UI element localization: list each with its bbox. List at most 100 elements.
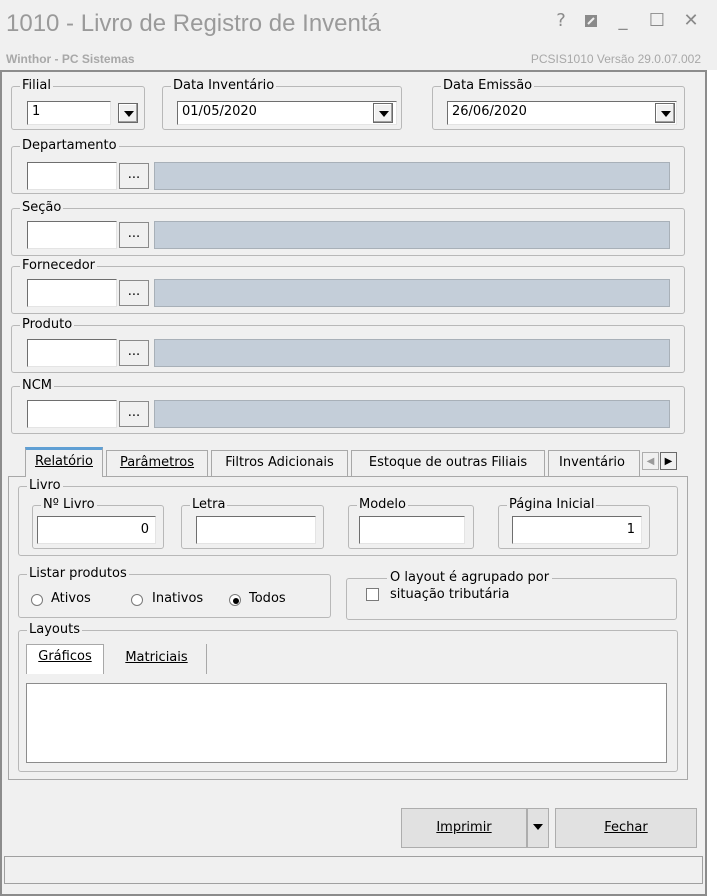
livro-label: Livro [27,478,63,494]
departamento-label: Departamento [20,138,119,154]
close-icon[interactable]: ✕ [680,10,702,32]
departamento-description-field [154,162,670,190]
tab-matriciais-label: Matriciais [125,650,188,665]
secao-group: Seção ... [11,200,685,256]
ncm-code-field[interactable] [27,400,117,428]
tab-estoque-outras-filiais-label: Estoque de outras Filiais [368,455,528,470]
departamento-group: Departamento ... [11,138,685,194]
ncm-description-field [154,400,670,428]
produto-group: Produto ... [11,317,685,373]
data-emissao-group: Data Emissão 26/06/2020 [432,78,685,130]
secao-description-field [154,221,670,249]
maximize-icon[interactable]: ☐ [646,10,668,32]
filial-label: Filial [20,78,53,94]
data-inventario-group: Data Inventário 01/05/2020 [162,78,402,130]
window-title: 1010 - Livro de Registro de Inventá [6,10,381,37]
ncm-label: NCM [20,378,55,394]
imprimir-button-label: Imprimir [436,820,492,835]
ncm-group: NCM ... [11,378,685,434]
radio-inativos-icon[interactable] [131,594,143,606]
tab-filtros-adicionais[interactable]: Filtros Adicionais [211,450,348,476]
tab-scroll-right-icon[interactable]: ▶ [660,452,677,470]
letra-field[interactable] [196,516,316,544]
agrupado-group: O layout é agrupado por situação tributá… [346,569,677,620]
radio-inativos-label: Inativos [152,591,204,606]
radio-todos[interactable]: Todos [229,591,325,609]
layouts-label: Layouts [27,622,82,638]
data-emissao-field[interactable]: 26/06/2020 [447,101,677,125]
tab-parametros-label: Parâmetros [119,455,195,470]
agrupado-checkbox[interactable] [366,588,379,601]
agrupado-label-line1: O layout é agrupado por [390,570,550,585]
radio-inativos[interactable]: Inativos [131,591,231,609]
filial-combo[interactable]: 1 [27,101,111,125]
modelo-label: Modelo [357,497,408,513]
ncm-search-button[interactable]: ... [119,401,149,427]
tab-relatorio[interactable]: Relatório [25,447,103,477]
produto-search-button[interactable]: ... [119,340,149,366]
fornecedor-code-field[interactable] [27,279,117,307]
listar-produtos-label: Listar produtos [27,566,129,582]
tab-scroll-left-icon[interactable]: ◀ [642,452,659,470]
modelo-group: Modelo [348,497,474,549]
imprimir-dropdown-button[interactable] [527,808,549,848]
imprimir-button[interactable]: Imprimir [401,808,527,848]
tab-filtros-adicionais-label: Filtros Adicionais [225,455,334,470]
letra-group: Letra [181,497,324,549]
title-bar[interactable]: 1010 - Livro de Registro de Inventá ? _ … [0,0,717,70]
numero-livro-field[interactable]: 0 [37,516,156,544]
agrupado-label-line2: situação tributária [390,587,510,602]
filial-group: Filial 1 [11,78,145,130]
secao-label: Seção [20,200,64,216]
fornecedor-label: Fornecedor [20,258,98,274]
pagina-inicial-label: Página Inicial [507,497,597,513]
radio-ativos-icon[interactable] [31,594,43,606]
tab-graficos[interactable]: Gráficos [26,644,104,674]
modelo-field[interactable] [359,516,465,544]
help-icon[interactable]: ? [550,10,572,32]
data-inventario-label: Data Inventário [171,78,277,94]
numero-livro-label: Nº Livro [41,497,97,513]
tab-graficos-label: Gráficos [38,649,92,664]
layouts-list[interactable] [26,683,667,763]
radio-ativos[interactable]: Ativos [31,591,121,609]
fechar-button-label: Fechar [604,820,648,835]
data-emissao-dropdown-icon[interactable] [655,103,675,123]
produto-code-field[interactable] [27,339,117,367]
radio-todos-icon[interactable] [229,594,241,606]
data-emissao-label: Data Emissão [441,78,535,94]
secao-search-button[interactable]: ... [119,222,149,248]
listar-produtos-group: Listar produtos Ativos Inativos Todos [18,566,331,618]
tab-inventario-label: Inventário [559,455,625,470]
departamento-code-field[interactable] [27,162,117,190]
secao-code-field[interactable] [27,221,117,249]
departamento-search-button[interactable]: ... [119,163,149,189]
chevron-down-icon [533,824,543,830]
data-inventario-field[interactable]: 01/05/2020 [177,101,397,125]
tab-parametros[interactable]: Parâmetros [106,450,208,476]
tab-matriciais[interactable]: Matriciais [107,644,207,674]
fornecedor-search-button[interactable]: ... [119,280,149,306]
letra-label: Letra [190,497,228,513]
status-bar [4,856,703,884]
tab-inventario[interactable]: Inventário [548,450,640,476]
radio-todos-label: Todos [249,591,286,606]
pagina-inicial-group: Página Inicial 1 [498,497,650,549]
tab-estoque-outras-filiais[interactable]: Estoque de outras Filiais [351,450,545,476]
pagina-inicial-field[interactable]: 1 [512,516,642,544]
fornecedor-group: Fornecedor ... [11,258,685,314]
data-inventario-dropdown-icon[interactable] [373,103,393,123]
agrupado-label: O layout é agrupado por situação tributá… [387,569,553,603]
produto-label: Produto [20,317,75,333]
version-label: PCSIS1010 Versão 29.0.07.002 [530,52,701,66]
fechar-button[interactable]: Fechar [555,808,697,848]
fornecedor-description-field [154,279,670,307]
tab-relatorio-label: Relatório [35,454,93,469]
pin-icon[interactable] [580,10,602,32]
produto-description-field [154,339,670,367]
radio-ativos-label: Ativos [51,591,91,606]
window-subtitle: Winthor - PC Sistemas [6,52,135,66]
minimize-icon[interactable]: _ [612,10,634,32]
filial-dropdown-icon[interactable] [118,103,138,123]
numero-livro-group: Nº Livro 0 [32,497,164,549]
